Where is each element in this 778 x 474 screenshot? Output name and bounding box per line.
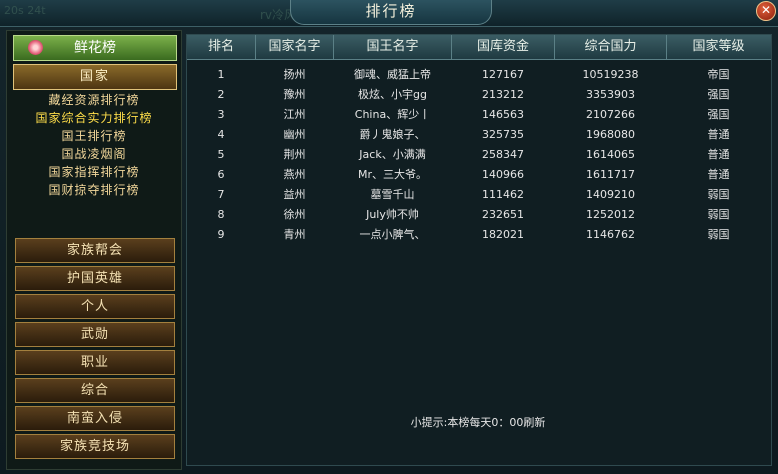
cell-rank: 3 [217, 108, 225, 121]
ranking-table: 排名 国家名字 国王名字 国库资金 综合国力 国家等级 1 扬州 御魂、威猛上帝 12… [186, 34, 772, 466]
sidebar: 鲜花榜 国家 藏经资源排行榜 国家综合实力排行榜 国王排行榜 国战凌烟阁 国家指… [6, 30, 182, 470]
overall-button[interactable]: 综合 [15, 378, 175, 403]
cell-treasury: 140966 [482, 168, 524, 181]
table-row: 6 燕州 Mr、三大爷。 140966 1611717 普通 [187, 165, 771, 185]
table-row: 4 幽州 爵丿鬼娘子、 325735 1968080 普通 [187, 125, 771, 145]
cell-treasury: 232651 [482, 208, 524, 221]
cell-country-name: 荆州 [283, 148, 306, 161]
country-sub-list: 藏经资源排行榜 国家综合实力排行榜 国王排行榜 国战凌烟阁 国家指挥排行榜 国财… [13, 91, 175, 199]
table-row: 5 荆州 Jack、小满满 258347 1614065 普通 [187, 145, 771, 165]
personal-button[interactable]: 个人 [15, 294, 175, 319]
merit-button[interactable]: 武勋 [15, 322, 175, 347]
cell-treasury: 325735 [482, 128, 524, 141]
close-icon[interactable]: ✕ [756, 1, 776, 21]
table-row: 3 江州 China、辉少丨 146563 2107266 强国 [187, 105, 771, 125]
cell-level: 强国 [707, 108, 730, 121]
cell-king-name: 御魂、威猛上帝 [354, 68, 431, 81]
cell-country-name: 益州 [283, 188, 306, 201]
cell-level: 普通 [707, 148, 730, 161]
header-king-name: 国王名字 [334, 35, 452, 59]
ranking-window: rv冷风在聊 …………… 亚人神 ! 20s 24t 排行榜 ✕ 鲜花榜 国家 … [0, 0, 778, 474]
title-bar: rv冷风在聊 …………… 亚人神 ! 20s 24t 排行榜 ✕ [0, 0, 778, 27]
cell-treasury: 127167 [482, 68, 524, 81]
table-row: 1 扬州 御魂、威猛上帝 127167 10519238 帝国 [187, 65, 771, 85]
arena-button[interactable]: 家族竞技场 [15, 434, 175, 459]
cell-country-name: 豫州 [283, 88, 306, 101]
cell-king-name: July帅不帅 [366, 208, 419, 221]
cell-treasury: 182021 [482, 228, 524, 241]
country-tab[interactable]: 国家 [13, 64, 177, 90]
cell-rank: 4 [217, 128, 225, 141]
header-level: 国家等级 [692, 39, 745, 54]
table-header: 排名 国家名字 国王名字 国库资金 综合国力 国家等级 [187, 35, 771, 60]
cell-power: 1146762 [586, 228, 635, 241]
cell-level: 弱国 [707, 188, 730, 201]
cell-power: 1968080 [586, 128, 635, 141]
cell-country-name: 燕州 [283, 168, 306, 181]
sub-item-plunder-ranking[interactable]: 国财掠夺排行榜 [13, 181, 175, 199]
cell-king-name: China、辉少丨 [354, 108, 431, 121]
family-guild-button[interactable]: 家族帮会 [15, 238, 175, 263]
refresh-tip: 小提示:本榜每天0：00刷新 [410, 416, 546, 429]
sub-item-king-ranking[interactable]: 国王排行榜 [13, 127, 175, 145]
cell-king-name: 极炫、小宇gg [358, 88, 427, 101]
cell-level: 弱国 [707, 208, 730, 221]
sub-item-resource-ranking[interactable]: 藏经资源排行榜 [13, 91, 175, 109]
table-row: 2 豫州 极炫、小宇gg 213212 3353903 强国 [187, 85, 771, 105]
header-rank: 排名 [187, 35, 256, 59]
cell-power: 1611717 [586, 168, 635, 181]
cell-country-name: 青州 [283, 228, 306, 241]
cell-level: 强国 [707, 88, 730, 101]
cell-king-name: 墓雪千山 [370, 188, 415, 201]
cell-power: 3353903 [586, 88, 635, 101]
table-row: 9 青州 一点小脾气、 182021 1146762 弱国 [187, 225, 771, 245]
cell-rank: 7 [217, 188, 225, 201]
cell-king-name: 一点小脾气、 [359, 228, 426, 241]
invasion-button[interactable]: 南蛮入侵 [15, 406, 175, 431]
cell-country-name: 江州 [283, 108, 306, 121]
cell-power: 1409210 [586, 188, 635, 201]
cell-rank: 5 [217, 148, 225, 161]
cell-king-name: 爵丿鬼娘子、 [359, 128, 426, 141]
header-treasury: 国库资金 [452, 35, 555, 59]
cell-rank: 6 [217, 168, 225, 181]
cell-power: 1252012 [586, 208, 635, 221]
table-row: 8 徐州 July帅不帅 232651 1252012 弱国 [187, 205, 771, 225]
cell-power: 1614065 [586, 148, 635, 161]
table-row: 7 益州 墓雪千山 111462 1409210 弱国 [187, 185, 771, 205]
cell-treasury: 111462 [482, 188, 524, 201]
sub-item-war-hall[interactable]: 国战凌烟阁 [13, 145, 175, 163]
header-country-name: 国家名字 [256, 35, 334, 59]
cell-rank: 9 [217, 228, 225, 241]
cell-treasury: 213212 [482, 88, 524, 101]
cell-king-name: Mr、三大爷。 [357, 168, 427, 181]
cell-rank: 1 [217, 68, 225, 81]
sub-item-command-ranking[interactable]: 国家指挥排行榜 [13, 163, 175, 181]
background-server-tag: 20s 24t [4, 4, 46, 17]
cell-level: 普通 [707, 128, 730, 141]
cell-power: 2107266 [586, 108, 635, 121]
hero-button[interactable]: 护国英雄 [15, 266, 175, 291]
cell-level: 帝国 [707, 68, 730, 81]
cell-level: 弱国 [707, 228, 730, 241]
profession-button[interactable]: 职业 [15, 350, 175, 375]
flower-ranking-tab[interactable]: 鲜花榜 [13, 35, 177, 61]
header-power: 综合国力 [555, 35, 667, 59]
flower-icon [28, 40, 43, 55]
cell-country-name: 幽州 [283, 128, 306, 141]
cell-king-name: Jack、小满满 [359, 148, 426, 161]
flower-ranking-label: 鲜花榜 [74, 40, 116, 56]
cell-treasury: 258347 [482, 148, 524, 161]
window-title: 排行榜 [290, 0, 492, 25]
cell-level: 普通 [707, 168, 730, 181]
cell-country-name: 扬州 [283, 68, 306, 81]
cell-rank: 8 [217, 208, 225, 221]
sub-item-country-strength-ranking[interactable]: 国家综合实力排行榜 [13, 109, 175, 127]
cell-treasury: 146563 [482, 108, 524, 121]
cell-country-name: 徐州 [283, 208, 306, 221]
cell-rank: 2 [217, 88, 225, 101]
cell-power: 10519238 [582, 68, 639, 81]
